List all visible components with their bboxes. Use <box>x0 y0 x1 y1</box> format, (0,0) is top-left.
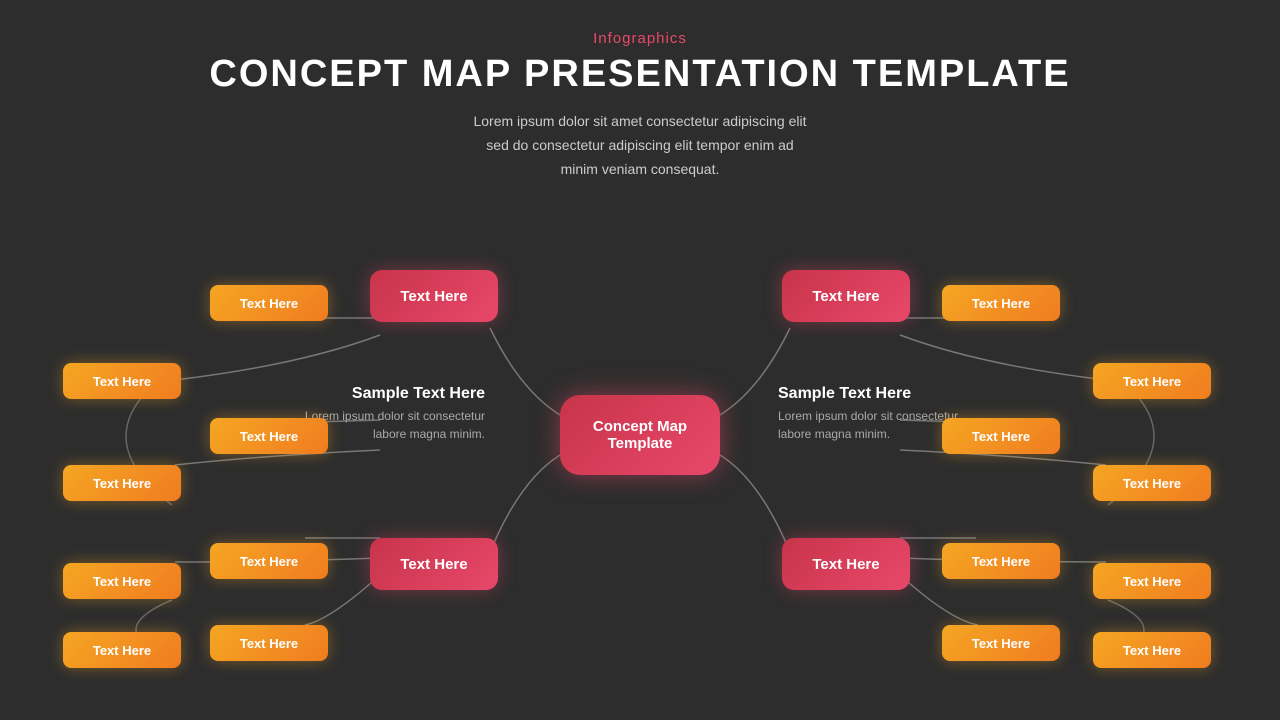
header: Infographics CONCEPT MAP PRESENTATION TE… <box>0 0 1280 181</box>
main-title: CONCEPT MAP PRESENTATION TEMPLATE <box>0 53 1280 96</box>
bottom-left-orange1[interactable]: Text Here <box>63 563 181 599</box>
top-right-orange2[interactable]: Text Here <box>1093 363 1211 399</box>
bottom-left-orange2[interactable]: Text Here <box>210 625 328 661</box>
bottom-right-orange2[interactable]: Text Here <box>942 625 1060 661</box>
left-orange-mid[interactable]: Text Here <box>210 418 328 454</box>
bottom-right-orange3[interactable]: Text Here <box>1093 632 1211 668</box>
slide: Infographics CONCEPT MAP PRESENTATION TE… <box>0 0 1280 720</box>
left-orange2[interactable]: Text Here <box>63 465 181 501</box>
map-area: Concept Map Template Sample Text Here Lo… <box>0 170 1280 700</box>
bottom-left-orange3[interactable]: Text Here <box>63 632 181 668</box>
right-orange2[interactable]: Text Here <box>1093 465 1211 501</box>
top-left-orange2[interactable]: Text Here <box>63 363 181 399</box>
top-left-red-node[interactable]: Text Here <box>370 270 498 322</box>
right-text-block-title: Sample Text Here <box>778 385 978 403</box>
left-orange3[interactable]: Text Here <box>210 543 328 579</box>
right-orange3[interactable]: Text Here <box>942 543 1060 579</box>
top-right-orange1[interactable]: Text Here <box>942 285 1060 321</box>
top-right-red-node[interactable]: Text Here <box>782 270 910 322</box>
left-text-block-title: Sample Text Here <box>285 385 485 403</box>
bottom-right-red-node[interactable]: Text Here <box>782 538 910 590</box>
bottom-right-orange1[interactable]: Text Here <box>1093 563 1211 599</box>
top-left-orange1[interactable]: Text Here <box>210 285 328 321</box>
right-orange-mid[interactable]: Text Here <box>942 418 1060 454</box>
infographics-label: Infographics <box>0 30 1280 47</box>
center-node: Concept Map Template <box>560 395 720 475</box>
bottom-left-red-node[interactable]: Text Here <box>370 538 498 590</box>
